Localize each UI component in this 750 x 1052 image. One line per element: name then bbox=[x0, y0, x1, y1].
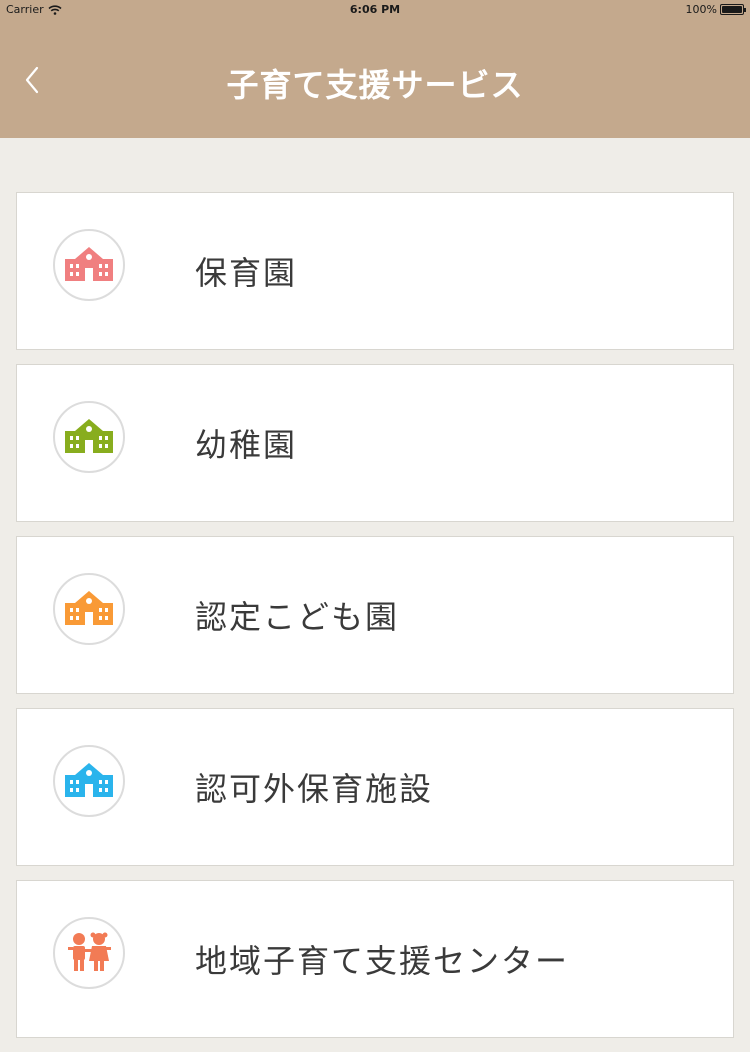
battery-icon bbox=[720, 4, 746, 15]
school-building-icon bbox=[53, 745, 125, 817]
battery-info: 100% bbox=[685, 3, 746, 16]
school-building-icon bbox=[53, 401, 125, 473]
list-item-label: 認定こども園 bbox=[195, 598, 400, 636]
list-item-youchien[interactable]: 幼稚園 bbox=[16, 364, 734, 522]
list-item-label: 認可外保育施設 bbox=[195, 770, 434, 808]
list-item-label: 保育園 bbox=[195, 254, 298, 292]
page-title: 子育て支援サービス bbox=[226, 66, 524, 104]
list-item-hoikuen[interactable]: 保育園 bbox=[16, 192, 734, 350]
list-item-ninkagai-hoiku[interactable]: 認可外保育施設 bbox=[16, 708, 734, 866]
navigation-bar: 子育て支援サービス bbox=[0, 20, 750, 138]
status-bar: Carrier 6:06 PM 100% bbox=[0, 0, 750, 20]
school-building-icon bbox=[53, 229, 125, 301]
list-item-chiiki-shien-center[interactable]: 地域子育て支援センター bbox=[16, 880, 734, 1038]
list-item-nintei-kodomoen[interactable]: 認定こども園 bbox=[16, 536, 734, 694]
battery-percent: 100% bbox=[685, 3, 717, 16]
list-item-label: 地域子育て支援センター bbox=[195, 942, 570, 980]
list-item-label: 幼稚園 bbox=[195, 426, 298, 464]
service-list: 保育園 幼稚園 認定こども園 認可外保育施設 地域子育て支援センター bbox=[16, 192, 734, 1052]
children-icon bbox=[53, 917, 125, 989]
status-time: 6:06 PM bbox=[349, 3, 401, 16]
school-building-icon bbox=[53, 573, 125, 645]
